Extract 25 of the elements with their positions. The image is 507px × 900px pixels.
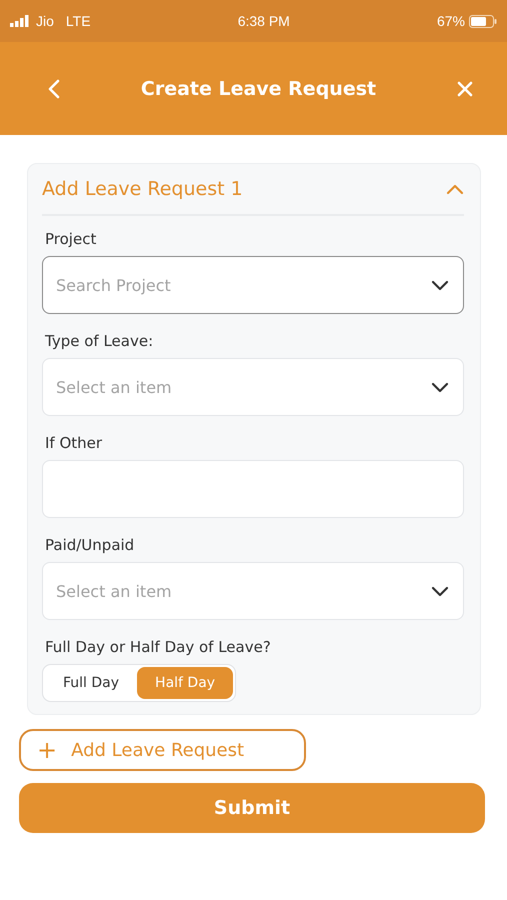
- chevron-down-icon: [431, 280, 449, 290]
- field-label: Full Day or Half Day of Leave?: [45, 638, 272, 656]
- network-text: LTE: [66, 13, 91, 29]
- add-leave-request-button[interactable]: + Add Leave Request: [19, 729, 306, 771]
- field-label: Type of Leave:: [45, 332, 154, 350]
- input-field[interactable]: [42, 460, 464, 518]
- segment-option[interactable]: Half Day: [137, 667, 234, 699]
- screen-title: Create Leave Request: [140, 78, 376, 100]
- field-label: Project: [45, 230, 98, 248]
- battery-text: 67%: [436, 13, 465, 29]
- chevron-down-icon: [431, 586, 449, 596]
- field-label: Paid/Unpaid: [45, 536, 136, 554]
- card-title: Add Leave Request 1: [42, 178, 243, 200]
- dropdown-field[interactable]: Select an item: [42, 562, 464, 620]
- battery-icon: [469, 14, 497, 28]
- chevron-down-icon: [431, 382, 449, 392]
- chevron-up-icon: [446, 184, 464, 194]
- clock-text: 6:38 PM: [238, 13, 290, 29]
- segment-option[interactable]: Full Day: [45, 667, 138, 699]
- submit-button[interactable]: Submit: [19, 783, 485, 833]
- field-label: If Other: [45, 434, 104, 452]
- signal-icon: [10, 15, 30, 27]
- dropdown-field[interactable]: Select an item: [42, 358, 464, 416]
- dropdown-field[interactable]: Search Project: [42, 256, 464, 314]
- carrier-text: Jio: [36, 13, 54, 29]
